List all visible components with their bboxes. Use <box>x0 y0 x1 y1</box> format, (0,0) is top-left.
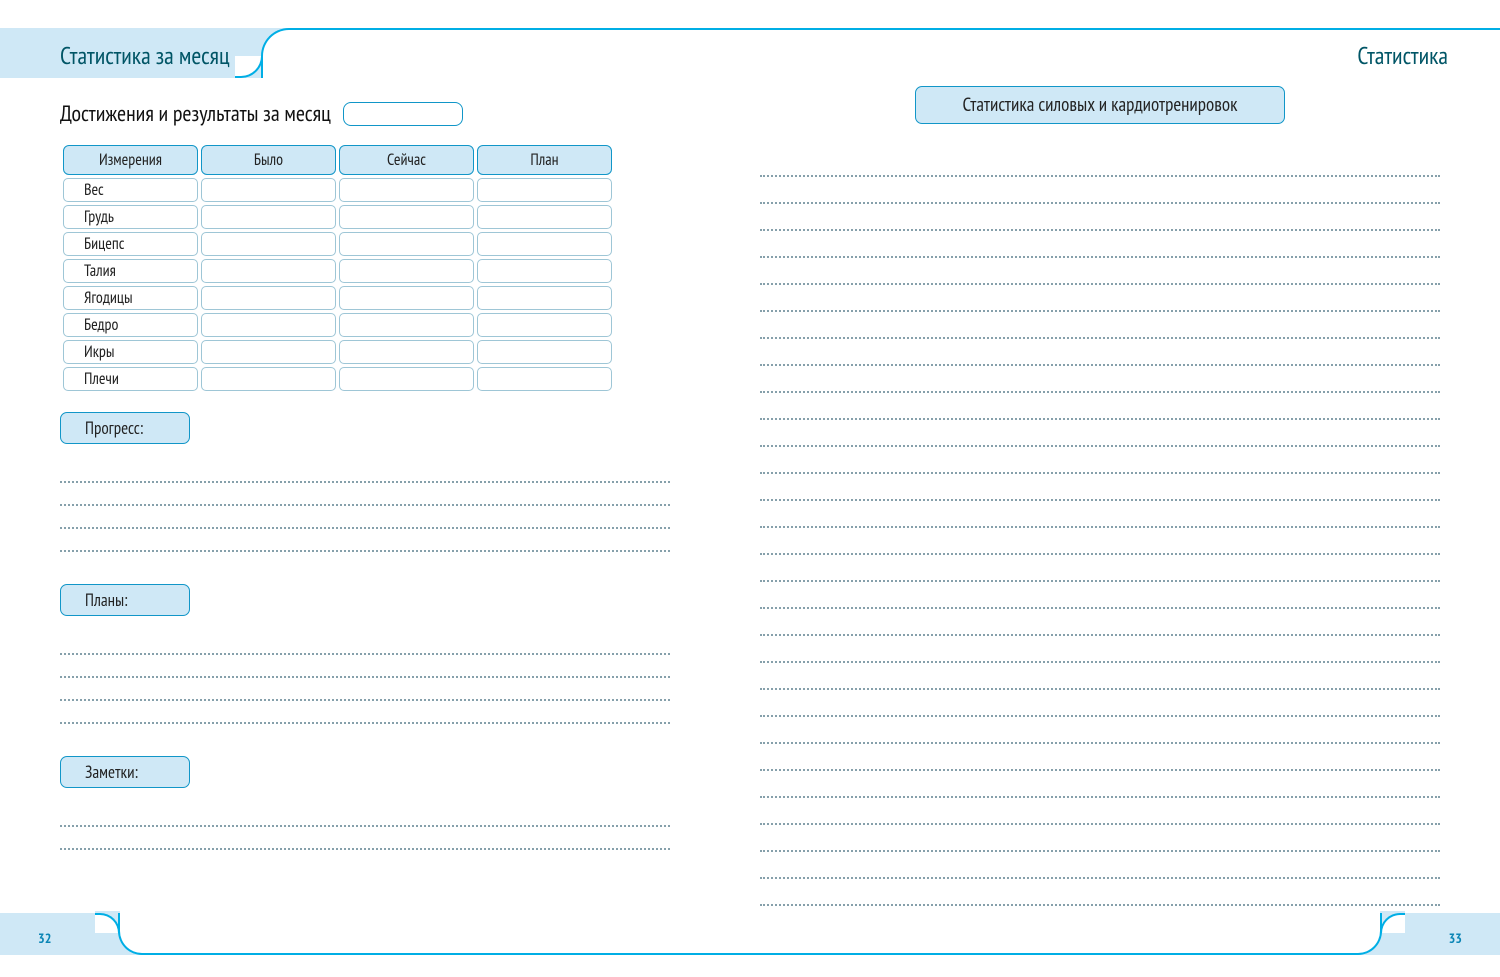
cell-was[interactable] <box>201 232 336 256</box>
cell-now[interactable] <box>339 313 474 337</box>
cell-now[interactable] <box>339 259 474 283</box>
cell-was[interactable] <box>201 367 336 391</box>
row-label: Ягодицы <box>63 286 198 310</box>
notes-label: Заметки: <box>60 756 190 788</box>
cell-was[interactable] <box>201 178 336 202</box>
month-input[interactable] <box>343 102 463 126</box>
table-row: Бедро <box>63 313 612 337</box>
cell-now[interactable] <box>339 205 474 229</box>
row-label: Грудь <box>63 205 198 229</box>
table-row: Икры <box>63 340 612 364</box>
cell-now[interactable] <box>339 286 474 310</box>
table-row: Ягодицы <box>63 286 612 310</box>
cell-plan[interactable] <box>477 367 612 391</box>
achievements-heading: Достижения и результаты за месяц <box>60 100 331 128</box>
row-label: Бицепс <box>63 232 198 256</box>
cell-now[interactable] <box>339 367 474 391</box>
cell-plan[interactable] <box>477 178 612 202</box>
cell-plan[interactable] <box>477 313 612 337</box>
col-plan: План <box>477 145 612 175</box>
row-label: Талия <box>63 259 198 283</box>
page-title-left: Статистика за месяц <box>60 40 230 71</box>
tab-cutout <box>261 28 1500 78</box>
table-row: Бицепс <box>63 232 612 256</box>
bottom-cutout <box>118 913 1382 955</box>
left-page: Достижения и результаты за месяц Измерен… <box>60 100 670 850</box>
workout-stats-lines[interactable] <box>760 150 1440 906</box>
plans-lines[interactable] <box>60 632 670 724</box>
cell-was[interactable] <box>201 259 336 283</box>
cell-was[interactable] <box>201 313 336 337</box>
right-page: Статистика силовых и кардиотренировок <box>760 86 1440 906</box>
notes-lines[interactable] <box>60 804 670 850</box>
cell-now[interactable] <box>339 178 474 202</box>
page-number-right: 33 <box>1449 929 1462 947</box>
page-number-left: 32 <box>38 929 51 947</box>
row-label: Бедро <box>63 313 198 337</box>
table-row: Плечи <box>63 367 612 391</box>
page-title-right: Статистика <box>1357 40 1448 71</box>
col-now: Сейчас <box>339 145 474 175</box>
cell-was[interactable] <box>201 205 336 229</box>
cell-plan[interactable] <box>477 259 612 283</box>
plans-label: Планы: <box>60 584 190 616</box>
progress-label: Прогресс: <box>60 412 190 444</box>
cell-plan[interactable] <box>477 232 612 256</box>
achievements-heading-row: Достижения и результаты за месяц <box>60 100 670 128</box>
col-measure: Измерения <box>63 145 198 175</box>
col-was: Было <box>201 145 336 175</box>
table-row: Грудь <box>63 205 612 229</box>
cell-plan[interactable] <box>477 286 612 310</box>
cell-plan[interactable] <box>477 340 612 364</box>
table-row: Вес <box>63 178 612 202</box>
measurements-table: Измерения Было Сейчас План Вес Грудь Бицеп… <box>60 142 615 394</box>
cell-was[interactable] <box>201 340 336 364</box>
cell-now[interactable] <box>339 340 474 364</box>
workout-stats-heading: Статистика силовых и кардиотренировок <box>915 86 1285 124</box>
row-label: Икры <box>63 340 198 364</box>
table-row: Талия <box>63 259 612 283</box>
cell-now[interactable] <box>339 232 474 256</box>
cell-plan[interactable] <box>477 205 612 229</box>
row-label: Вес <box>63 178 198 202</box>
row-label: Плечи <box>63 367 198 391</box>
progress-lines[interactable] <box>60 460 670 552</box>
cell-was[interactable] <box>201 286 336 310</box>
